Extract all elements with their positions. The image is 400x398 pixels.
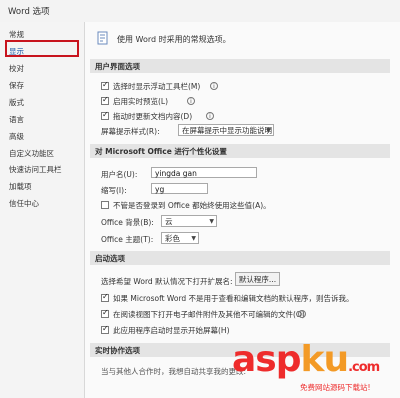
settings-document-icon — [97, 31, 108, 45]
sidebar-item-customize-ribbon[interactable]: 自定义功能区 — [9, 148, 54, 159]
info-icon: i — [298, 310, 306, 318]
username-field[interactable]: yingda gan — [151, 167, 257, 178]
checkbox-tell-me-default[interactable] — [101, 292, 109, 302]
label-mini-toolbar: 选择时显示浮动工具栏(M) — [113, 82, 201, 91]
screentip-style-dropdown[interactable]: 在屏幕提示中显示功能说明 ▼ — [178, 124, 274, 136]
checkbox-reading-view-attachments[interactable] — [101, 308, 109, 318]
label-username: 用户名(U): — [101, 170, 138, 179]
default-programs-button[interactable]: 默认程序... — [235, 272, 280, 286]
checkbox-mini-toolbar[interactable] — [101, 80, 109, 90]
label-tell-me-default: 如果 Microsoft Word 不是用于查看和编辑文档的默认程序，则告诉我。 — [113, 294, 354, 303]
sidebar-item-proofing[interactable]: 校对 — [9, 63, 24, 74]
checkbox-update-while-dragging[interactable] — [101, 110, 109, 120]
office-theme-dropdown[interactable]: 彩色 ▼ — [161, 232, 199, 244]
info-icon: i — [187, 97, 195, 105]
label-always-use-values: 不管是否登录到 Office 都始终使用这些值(A)。 — [113, 201, 271, 210]
section-header-ui-options: 用户界面选项 — [90, 59, 390, 73]
watermark-tagline: 免费网站源码下载站! — [300, 383, 371, 392]
panel-intro: 使用 Word 时采用的常规选项。 — [117, 35, 231, 44]
title-bar: Word 选项 — [0, 0, 400, 22]
label-update-while-dragging: 拖动时更新文档内容(D) — [113, 112, 193, 121]
sidebar-item-advanced[interactable]: 高级 — [9, 131, 24, 142]
window-title: Word 选项 — [8, 7, 50, 17]
label-office-background: Office 背景(B): — [101, 218, 154, 227]
sidebar-item-layout[interactable]: 版式 — [9, 97, 24, 108]
label-reading-view-attachments: 在阅读视图下打开电子邮件附件及其他不可编辑的文件(O) — [113, 310, 305, 319]
label-office-theme: Office 主题(T): — [101, 235, 154, 244]
office-background-dropdown[interactable]: 云 ▼ — [161, 215, 217, 227]
sidebar: 常规 显示 校对 保存 版式 语言 高级 自定义功能区 快速访问工具栏 加载项 … — [0, 22, 85, 398]
checkbox-show-start-screen[interactable] — [101, 324, 109, 334]
info-icon: i — [206, 112, 214, 120]
chevron-down-icon: ▼ — [266, 127, 271, 134]
sidebar-item-save[interactable]: 保存 — [9, 80, 24, 91]
selection-highlight — [5, 40, 79, 57]
label-collab-partial: 当与其他人合作时，我想自动共享我的更改: — [101, 367, 247, 376]
info-icon: i — [210, 82, 218, 90]
sidebar-item-general[interactable]: 常规 — [9, 29, 24, 40]
label-screentip-style: 屏幕提示样式(R): — [101, 127, 160, 136]
sidebar-item-language[interactable]: 语言 — [9, 114, 24, 125]
label-live-preview: 启用实时预览(L) — [113, 97, 169, 106]
chevron-down-icon: ▼ — [191, 235, 196, 242]
initials-field[interactable]: yg — [151, 183, 208, 194]
sidebar-item-trust-center[interactable]: 信任中心 — [9, 198, 39, 209]
watermark-logo: aspku.com 免费网站源码下载站! — [232, 339, 380, 392]
sidebar-item-addins[interactable]: 加载项 — [9, 181, 32, 192]
section-header-personalize: 对 Microsoft Office 进行个性化设置 — [90, 144, 390, 158]
checkbox-live-preview[interactable] — [101, 95, 109, 105]
sidebar-item-quick-access-toolbar[interactable]: 快速访问工具栏 — [9, 164, 62, 175]
label-choose-extensions: 选择希望 Word 默认情况下打开扩展名: — [101, 277, 233, 286]
chevron-down-icon: ▼ — [209, 218, 214, 225]
section-header-startup: 启动选项 — [90, 251, 390, 265]
label-initials: 缩写(I): — [101, 186, 127, 195]
label-show-start-screen: 此应用程序启动时显示开始屏幕(H) — [113, 326, 230, 335]
checkbox-always-use-values[interactable] — [101, 201, 109, 209]
